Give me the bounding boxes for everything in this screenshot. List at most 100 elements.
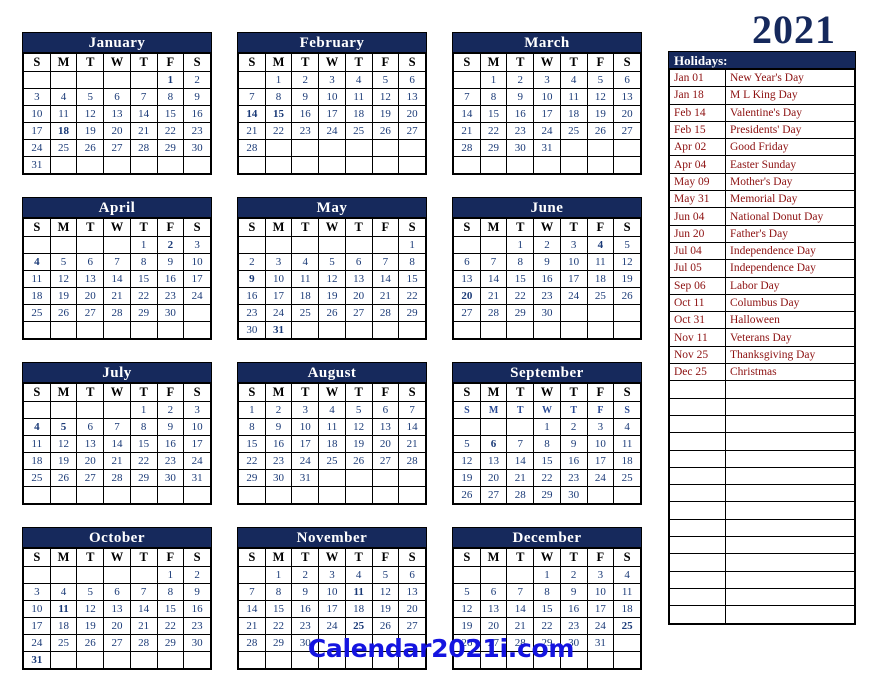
day-cell[interactable]: 17 — [533, 105, 561, 123]
day-cell[interactable]: 19 — [76, 617, 105, 635]
day-cell[interactable]: 1 — [156, 566, 185, 584]
day-cell[interactable]: 13 — [613, 88, 641, 106]
holiday-blank-row[interactable] — [669, 484, 855, 503]
day-cell[interactable]: 19 — [586, 105, 615, 123]
day-cell[interactable]: 13 — [76, 270, 105, 288]
day-cell[interactable]: 18 — [291, 287, 320, 305]
day-cell[interactable]: 21 — [371, 287, 400, 305]
day-cell[interactable]: 22 — [533, 617, 561, 635]
day-cell[interactable]: 19 — [453, 617, 481, 635]
day-cell[interactable]: 3 — [318, 566, 346, 584]
day-cell[interactable]: 5 — [371, 566, 400, 584]
day-cell[interactable]: 2 — [533, 236, 561, 254]
day-cell[interactable]: 21 — [103, 452, 131, 470]
day-cell[interactable]: 3 — [318, 71, 346, 89]
day-cell[interactable]: 26 — [318, 304, 346, 322]
day-cell[interactable]: 27 — [398, 617, 426, 635]
holiday-row[interactable]: Jan 01 New Year's Day — [669, 68, 855, 88]
day-cell[interactable]: 16 — [291, 600, 320, 618]
day-cell[interactable]: 28 — [103, 469, 131, 487]
day-cell[interactable]: 13 — [479, 452, 508, 470]
day-cell[interactable]: 27 — [371, 452, 400, 470]
day-cell[interactable]: 14 — [238, 105, 266, 123]
day-cell[interactable]: 6 — [103, 583, 131, 601]
day-cell[interactable]: 26 — [613, 287, 641, 305]
day-cell[interactable]: 2 — [291, 566, 320, 584]
day-cell[interactable]: 15 — [264, 105, 293, 123]
day-cell[interactable]: 12 — [344, 418, 373, 436]
day-cell[interactable]: 17 — [318, 105, 346, 123]
day-cell[interactable]: 16 — [559, 600, 588, 618]
day-cell[interactable]: 23 — [183, 122, 211, 140]
day-cell[interactable]: 28 — [103, 304, 131, 322]
day-cell[interactable]: 8 — [479, 88, 508, 106]
day-cell[interactable]: 20 — [103, 617, 131, 635]
day-cell[interactable]: 13 — [371, 418, 400, 436]
holiday-blank-row[interactable] — [669, 501, 855, 520]
day-cell[interactable]: 19 — [49, 452, 78, 470]
day-cell[interactable]: 4 — [344, 71, 373, 89]
day-cell[interactable]: 14 — [506, 452, 535, 470]
day-cell[interactable]: 9 — [183, 583, 211, 601]
holiday-blank-row[interactable] — [669, 553, 855, 572]
day-cell[interactable]: 19 — [371, 105, 400, 123]
day-cell[interactable]: 28 — [129, 139, 158, 157]
day-cell[interactable]: 27 — [398, 122, 426, 140]
day-cell[interactable]: 7 — [238, 583, 266, 601]
day-cell[interactable]: 4 — [613, 566, 641, 584]
day-cell[interactable]: 12 — [371, 583, 400, 601]
day-cell[interactable]: 9 — [264, 418, 293, 436]
day-cell[interactable]: 25 — [23, 469, 51, 487]
day-cell[interactable]: 10 — [23, 105, 51, 123]
day-cell[interactable]: 26 — [49, 469, 78, 487]
day-cell[interactable]: 31 — [533, 139, 561, 157]
day-cell[interactable]: 25 — [613, 469, 641, 487]
day-cell[interactable]: 18 — [23, 287, 51, 305]
day-cell[interactable]: 29 — [156, 139, 185, 157]
day-cell[interactable]: 24 — [183, 287, 211, 305]
day-cell[interactable]: 12 — [453, 452, 481, 470]
day-cell[interactable]: 24 — [264, 304, 293, 322]
day-cell[interactable]: 11 — [586, 253, 615, 271]
day-cell[interactable]: 1 — [479, 71, 508, 89]
day-cell[interactable]: 21 — [238, 122, 266, 140]
day-cell[interactable]: 2 — [264, 401, 293, 419]
day-cell[interactable]: 4 — [49, 88, 78, 106]
day-cell[interactable]: 18 — [344, 105, 373, 123]
day-cell[interactable]: 6 — [398, 566, 426, 584]
day-cell[interactable]: 19 — [318, 287, 346, 305]
day-cell[interactable]: 8 — [156, 583, 185, 601]
day-cell[interactable]: 16 — [264, 435, 293, 453]
day-cell[interactable]: 27 — [613, 122, 641, 140]
day-cell[interactable]: 6 — [76, 253, 105, 271]
day-cell[interactable]: 7 — [103, 418, 131, 436]
day-cell[interactable]: 28 — [479, 304, 508, 322]
day-cell[interactable]: 3 — [183, 236, 211, 254]
day-cell[interactable]: 20 — [479, 469, 508, 487]
day-cell[interactable]: 18 — [49, 122, 78, 140]
day-cell[interactable]: 16 — [291, 105, 320, 123]
day-cell[interactable]: 8 — [533, 435, 561, 453]
day-cell[interactable]: 3 — [291, 401, 320, 419]
day-cell[interactable]: 14 — [103, 435, 131, 453]
day-cell[interactable]: 7 — [103, 253, 131, 271]
holiday-blank-row[interactable] — [669, 536, 855, 555]
holiday-row[interactable]: Jun 20 Father's Day — [669, 224, 855, 243]
day-cell[interactable]: 12 — [613, 253, 641, 271]
day-cell[interactable]: 25 — [318, 452, 346, 470]
day-cell[interactable]: 16 — [238, 287, 266, 305]
day-cell[interactable]: 27 — [76, 304, 105, 322]
day-cell[interactable]: 7 — [479, 253, 508, 271]
day-cell[interactable]: 1 — [156, 71, 185, 89]
day-cell[interactable]: 6 — [76, 418, 105, 436]
holiday-row[interactable]: Feb 14 Valentine's Day — [669, 103, 855, 122]
day-cell[interactable]: 23 — [559, 469, 588, 487]
day-cell[interactable]: 5 — [76, 583, 105, 601]
day-cell[interactable]: 15 — [398, 270, 426, 288]
day-cell[interactable]: 14 — [129, 105, 158, 123]
day-cell[interactable]: 5 — [453, 435, 481, 453]
holiday-row[interactable]: Jul 04 Independence Day — [669, 241, 855, 261]
day-cell[interactable]: 15 — [156, 600, 185, 618]
day-cell[interactable]: 16 — [533, 270, 561, 288]
day-cell[interactable]: 22 — [156, 122, 185, 140]
